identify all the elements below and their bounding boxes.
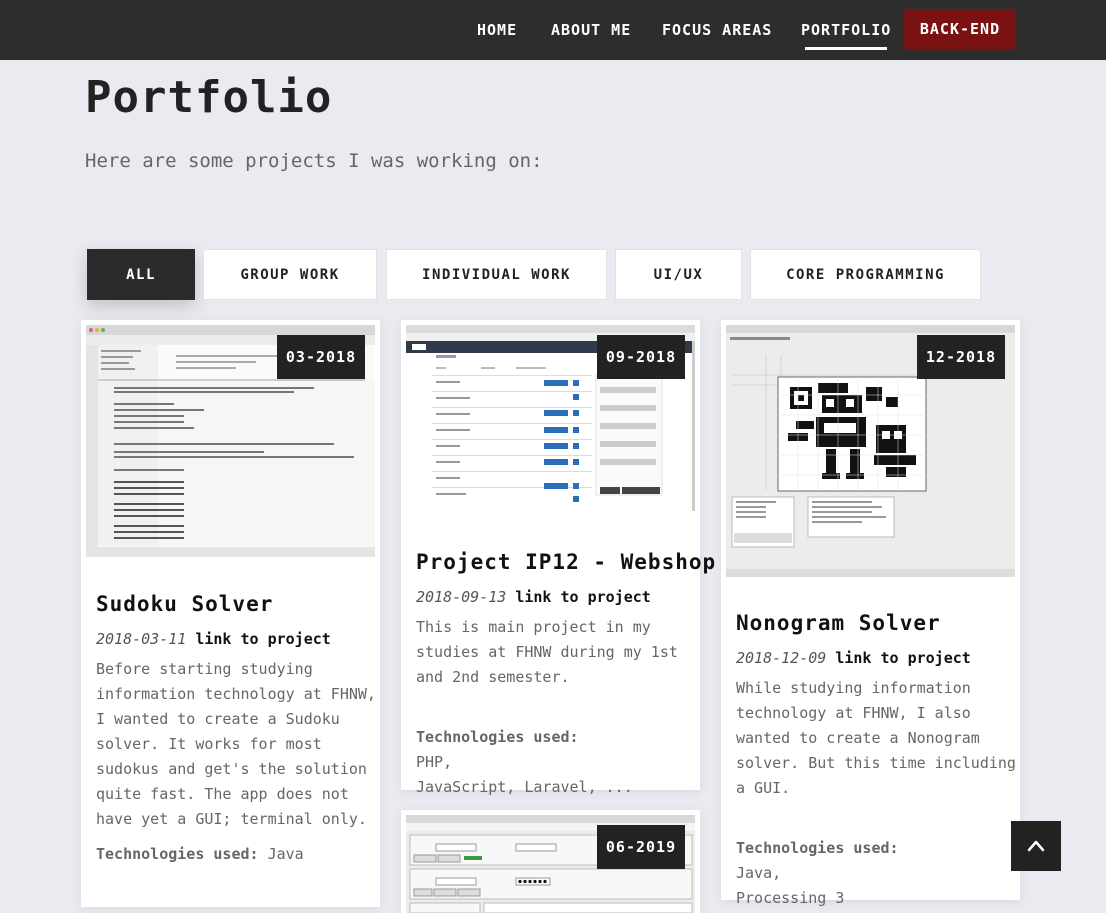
filter-core-programming[interactable]: CORE PROGRAMMING (750, 249, 981, 300)
project-title: Project IP12 - Webshop (416, 550, 717, 574)
project-card-webshop[interactable]: 09-2018 Project IP12 - Webshop 2018-09-1… (401, 320, 715, 796)
project-date-badge: 03-2018 (277, 335, 365, 379)
technologies-label: Technologies used: (736, 839, 899, 857)
technologies-value: PHP, JavaScript, Laravel, ... (416, 753, 633, 796)
project-date-badge: 12-2018 (917, 335, 1005, 379)
project-date: 2018-03-11 (96, 630, 187, 648)
technologies-label: Technologies used: (96, 845, 259, 863)
project-meta: 2018-03-11 link to project (96, 630, 331, 648)
project-description: This is main project in my studies at FH… (416, 618, 678, 686)
nav-home[interactable]: HOME (477, 0, 517, 60)
filter-group-work[interactable]: GROUP WORK (203, 249, 377, 300)
filter-all[interactable]: ALL (87, 249, 195, 300)
nav-about-me[interactable]: ABOUT ME (551, 0, 631, 60)
project-card-nonogram[interactable]: 12-2018 Nonogram Solver 2018-12-09 link … (721, 320, 1020, 907)
top-navbar: HOME ABOUT ME FOCUS AREAS PORTFOLIO BACK… (0, 0, 1106, 60)
technologies-label: Technologies used: (416, 728, 579, 746)
project-date: 2018-12-09 (736, 649, 827, 667)
project-description: Before starting studying information tec… (96, 660, 376, 828)
project-date: 2018-09-13 (416, 588, 507, 606)
project-title: Nonogram Solver (736, 611, 941, 635)
project-meta: 2018-09-13 link to project (416, 588, 651, 606)
project-link[interactable]: link to project (515, 588, 650, 606)
project-description: While studying information technology at… (736, 679, 1016, 797)
back-to-top-button[interactable] (1011, 821, 1061, 871)
technologies-value: Java, Processing 3 (736, 864, 845, 907)
project-date-badge: 06-2019 (597, 825, 685, 869)
project-technologies: Technologies used: Java (96, 842, 380, 867)
chevron-up-icon (1027, 840, 1045, 852)
project-meta: 2018-12-09 link to project (736, 649, 971, 667)
filter-individual-work[interactable]: INDIVIDUAL WORK (386, 249, 607, 300)
nav-portfolio[interactable]: PORTFOLIO (801, 0, 891, 60)
nav-back-end-button[interactable]: BACK-END (904, 9, 1016, 50)
project-card-sudoku[interactable]: 03-2018 Sudoku Solver 2018-03-11 link to… (81, 320, 380, 907)
nav-focus-areas[interactable]: FOCUS AREAS (662, 0, 772, 60)
filter-ui-ux[interactable]: UI/UX (615, 249, 742, 300)
project-date-badge: 09-2018 (597, 335, 685, 379)
project-card-chat[interactable]: 06-2019 (401, 810, 700, 913)
page-subtitle: Here are some projects I was working on: (85, 150, 543, 172)
project-link[interactable]: link to project (195, 630, 330, 648)
technologies-value: Java (267, 845, 304, 863)
project-technologies: Technologies used: Java, Processing 3 (736, 811, 996, 911)
project-link[interactable]: link to project (835, 649, 970, 667)
page-title: Portfolio (85, 72, 333, 123)
project-title: Sudoku Solver (96, 592, 274, 616)
project-technologies: Technologies used: PHP, JavaScript, Lara… (416, 700, 676, 800)
